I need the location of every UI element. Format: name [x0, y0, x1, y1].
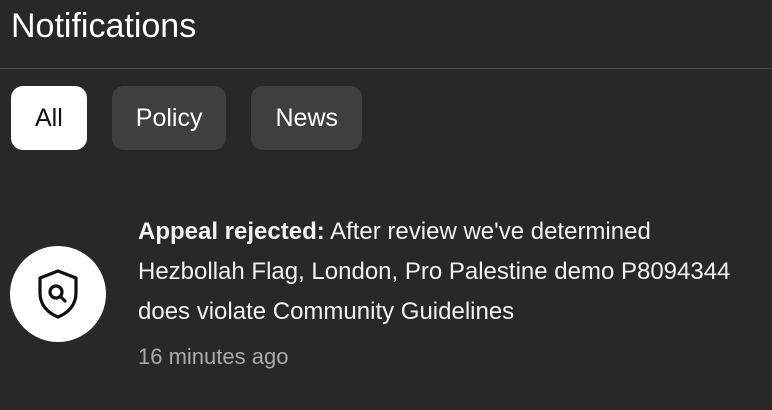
filter-chips: All Policy News: [11, 86, 362, 150]
filter-chip-news[interactable]: News: [251, 86, 362, 150]
filter-chip-policy[interactable]: Policy: [111, 86, 227, 150]
shield-search-icon: [38, 269, 78, 319]
notification-body: Appeal rejected: After review we've dete…: [138, 212, 738, 372]
filter-chip-all[interactable]: All: [11, 86, 87, 150]
page-title: Notifications: [11, 7, 197, 45]
notification-item[interactable]: Appeal rejected: After review we've dete…: [10, 212, 750, 382]
notification-time: 16 minutes ago: [138, 344, 289, 369]
notification-avatar: [10, 246, 106, 342]
notification-message: Appeal rejected: After review we've dete…: [138, 212, 738, 332]
notification-lead: Appeal rejected:: [138, 218, 325, 245]
header: Notifications: [0, 0, 772, 69]
